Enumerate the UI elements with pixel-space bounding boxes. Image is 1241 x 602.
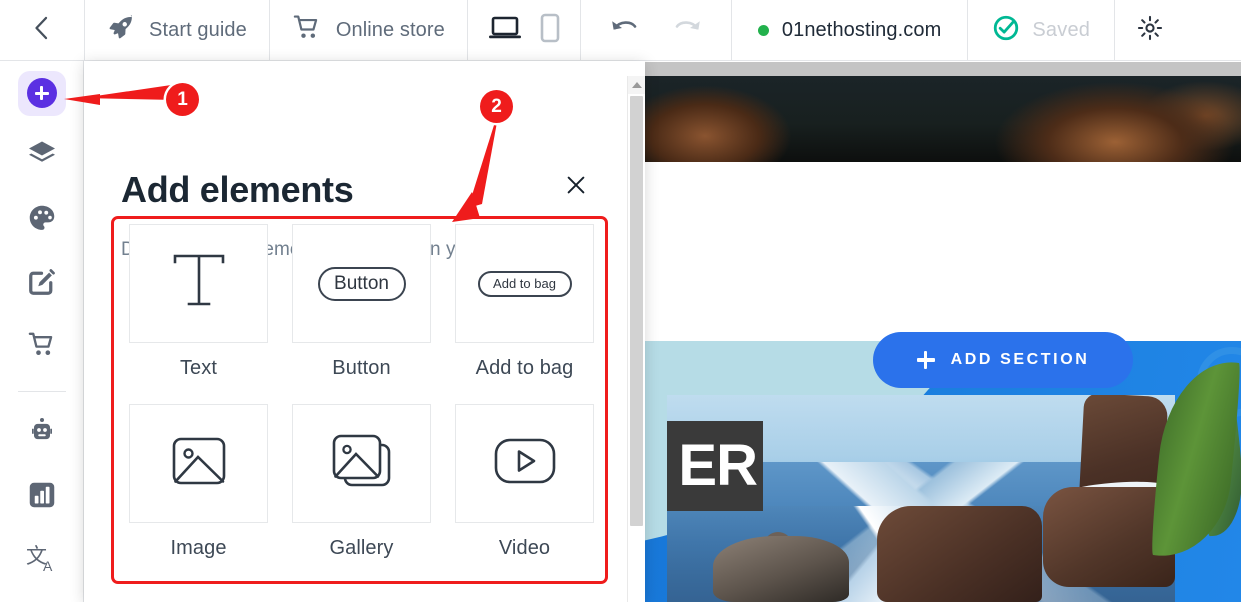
sidebar-item-design[interactable] <box>18 198 66 243</box>
mobile-icon <box>540 13 560 48</box>
element-item-add-to-bag[interactable]: Add to bag Add to bag <box>443 224 606 404</box>
mobile-view-button[interactable] <box>540 13 560 48</box>
annotation-badge-2: 2 <box>480 90 513 123</box>
sidebar-item-layers[interactable] <box>18 135 66 180</box>
shopping-cart-icon <box>292 14 322 47</box>
rocket-icon <box>107 14 135 47</box>
element-item-image[interactable]: Image <box>117 404 280 584</box>
site-domain-label: 01nethosting.com <box>781 18 942 41</box>
element-label: Gallery <box>329 537 394 559</box>
panel-title: Add elements <box>121 169 354 210</box>
add-to-bag-pill-icon: Add to bag <box>477 270 572 297</box>
image-icon <box>167 429 231 498</box>
element-item-button[interactable]: Button Button <box>280 224 443 404</box>
element-tile: Add to bag <box>455 224 594 343</box>
back-button[interactable] <box>0 0 84 60</box>
add-elements-panel: Add elements Drag and drop elements anyw… <box>84 61 645 602</box>
pencil-square-icon <box>27 267 57 302</box>
device-toggle-group <box>468 0 580 60</box>
element-label: Image <box>170 537 227 559</box>
site-domain-button[interactable]: 01nethosting.com <box>732 0 967 60</box>
layers-icon <box>27 139 57 174</box>
chevron-left-icon <box>31 15 53 46</box>
element-label: Video <box>498 537 551 559</box>
shopping-cart-icon <box>27 331 57 364</box>
element-label: Add to bag <box>475 357 574 379</box>
online-store-label: Online store <box>335 18 445 41</box>
online-store-button[interactable]: Online store <box>270 0 467 60</box>
palette-icon <box>27 203 57 238</box>
close-x-icon <box>564 173 588 202</box>
rock-center <box>877 506 1042 602</box>
button-pill-icon: Button <box>317 266 406 301</box>
hero-image-top <box>645 76 1241 162</box>
saved-check-icon <box>992 14 1020 47</box>
undo-arrow-icon <box>609 16 641 45</box>
close-panel-button[interactable] <box>562 173 590 201</box>
element-tile <box>455 404 594 523</box>
add-section-label: ADD SECTION <box>950 351 1090 368</box>
sidebar-item-analytics[interactable] <box>18 475 66 520</box>
laptop-icon <box>488 14 522 47</box>
undo-button[interactable] <box>609 16 641 45</box>
sidebar-item-edit-content[interactable] <box>18 262 66 307</box>
hero-badge-text: ER <box>678 433 758 498</box>
top-toolbar: Start guide Online store 01nethosting.co… <box>0 0 1241 61</box>
translate-icon: 文 A <box>26 542 58 579</box>
plus-circle-icon <box>26 78 57 109</box>
sidebar-item-assistant[interactable] <box>18 411 66 456</box>
sidebar-item-store[interactable] <box>18 326 66 371</box>
gallery-icon <box>328 429 396 498</box>
element-item-video[interactable]: Video <box>443 404 606 584</box>
sidebar-item-add-elements[interactable] <box>17 71 66 116</box>
empty-section <box>645 162 1241 341</box>
plus-icon <box>916 351 935 369</box>
element-item-gallery[interactable]: Gallery <box>280 404 443 584</box>
panel-scrollbar[interactable] <box>627 76 645 602</box>
element-label: Button <box>332 357 391 379</box>
saved-label: Saved <box>1032 18 1091 41</box>
annotation-badge-1: 1 <box>166 83 199 116</box>
live-status-dot <box>757 24 769 36</box>
leaf-decoration-front <box>1148 355 1241 563</box>
hero-text-badge: ER <box>667 421 763 511</box>
desktop-view-button[interactable] <box>488 14 522 47</box>
gear-icon <box>1137 15 1163 46</box>
undo-redo-group <box>581 0 731 60</box>
sidebar-divider <box>17 391 66 393</box>
animal-silhouette <box>713 536 849 602</box>
text-t-icon <box>167 250 231 317</box>
left-sidebar-rail: 文 A <box>0 61 84 602</box>
element-tile <box>129 224 268 343</box>
site-preview: ADD SECTION ER <box>645 76 1241 602</box>
bar-chart-icon <box>27 480 57 515</box>
settings-button[interactable] <box>1115 0 1185 60</box>
element-tile: Button <box>292 224 431 343</box>
add-section-button[interactable]: ADD SECTION <box>873 332 1133 388</box>
start-guide-button[interactable]: Start guide <box>85 0 269 60</box>
redo-arrow-icon <box>671 16 703 45</box>
svg-text:A: A <box>43 558 53 574</box>
element-item-text[interactable]: Text <box>117 224 280 404</box>
panel-scroll-up-icon[interactable] <box>628 76 645 94</box>
mountain-photo[interactable]: ER <box>667 395 1175 602</box>
redo-button[interactable] <box>671 16 703 45</box>
element-tile <box>129 404 268 523</box>
sidebar-item-translate[interactable]: 文 A <box>18 538 66 583</box>
panel-scroll-thumb[interactable] <box>630 96 643 526</box>
video-play-icon <box>492 434 558 493</box>
element-tile <box>292 404 431 523</box>
elements-grid: Text Button Button Add to bag Add to bag <box>117 224 602 584</box>
element-label: Text <box>179 357 218 379</box>
robot-icon <box>27 416 57 451</box>
save-status: Saved <box>968 0 1114 60</box>
website-builder-screen: Start guide Online store 01nethosting.co… <box>0 0 1241 602</box>
start-guide-label: Start guide <box>149 18 247 41</box>
